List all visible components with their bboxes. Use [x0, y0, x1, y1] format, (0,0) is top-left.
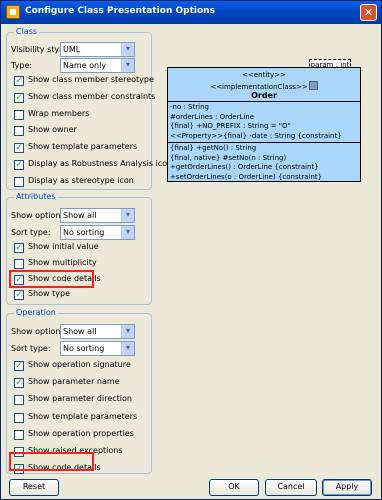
apply-button[interactable]: Apply [322, 479, 372, 496]
checkbox-checked[interactable]: ✓ [14, 378, 24, 389]
chevron-down-icon[interactable]: ▾ [121, 342, 134, 355]
attribute-separator [168, 142, 360, 143]
uml-attribute: <<Property>>{final} -date : String {cons… [170, 131, 342, 140]
chevron-down-icon[interactable]: ▾ [121, 43, 134, 56]
checkbox-unchecked[interactable] [14, 258, 24, 269]
option-label: Show template parameters [28, 142, 138, 152]
visibility-style-value: UML [63, 45, 81, 54]
op-show-option-value: Show all [63, 327, 97, 336]
entity-stereotype: <<entity>> [242, 71, 286, 79]
uml-attribute: {final} +NO_PREFIX : String = "O" [170, 122, 291, 130]
class-name: Order [251, 91, 277, 100]
op-show-option-label: Show option: [11, 327, 64, 336]
title-bar[interactable]: Configure Class Presentation Options ✕ [1, 1, 381, 24]
uml-operation: +getOrderLines() : OrderLine {constraint… [170, 163, 319, 171]
checkbox-unchecked[interactable] [14, 395, 24, 406]
option-label: Show code details [28, 463, 101, 473]
option-label: Show class member constraints [28, 91, 156, 101]
checkbox-checked[interactable]: ✓ [14, 274, 24, 285]
checkbox-unchecked[interactable] [14, 429, 24, 440]
op-sort-type-select[interactable]: No sorting ▾ [60, 341, 135, 356]
attributes-group-title: Attributes [14, 192, 58, 201]
option-label: Wrap members [28, 108, 90, 118]
op-sort-type-value: No sorting [63, 344, 105, 353]
impl-stereotype-line: <<implementationClass>> [168, 81, 360, 91]
dialog-window: Configure Class Presentation Options ✕ C… [0, 0, 382, 500]
option-label: Display as stereotype icon [28, 175, 134, 185]
option-label: Show initial value [28, 242, 99, 251]
op-show-option-select[interactable]: Show all ▾ [60, 324, 135, 339]
option-label: Show class member stereotype [28, 75, 154, 84]
uml-operation: +setOrderLines(o : OrderLine) {constrain… [170, 172, 323, 181]
option-label: Show operation properties [28, 428, 134, 438]
option-label: Show multiplicity [28, 257, 97, 267]
checkbox-checked[interactable]: ✓ [14, 464, 24, 475]
chevron-down-icon[interactable]: ▾ [121, 325, 134, 338]
type-label: Type: [11, 61, 33, 70]
attr-sort-type-value: No sorting [63, 228, 105, 237]
checkbox-unchecked[interactable] [14, 447, 24, 457]
option-label: Show operation signature [28, 360, 131, 369]
option-label: Show type [28, 289, 70, 299]
chevron-down-icon[interactable]: ▾ [121, 209, 134, 222]
checkbox-checked[interactable]: ✓ [14, 160, 24, 170]
attributes-group: Attributes Show option: Show all ▾ Sort … [6, 192, 152, 305]
cancel-button[interactable]: Cancel [265, 479, 317, 496]
checkbox-checked[interactable]: ✓ [14, 243, 24, 253]
class-preview: <<entity>> <<implementationClass>> Order… [167, 67, 361, 182]
name-separator [168, 101, 360, 102]
checkbox-unchecked[interactable] [14, 109, 24, 120]
checkbox-unchecked[interactable] [14, 412, 24, 423]
operation-group-title: Operation [14, 308, 58, 317]
attr-sort-type-select[interactable]: No sorting ▾ [60, 225, 135, 240]
option-label: Show raised exceptions [28, 446, 123, 455]
uml-operation: {final} +getNo() : String [170, 144, 257, 152]
option-label: Display as Robustness Analysis icon [28, 159, 173, 168]
class-group-title: Class [14, 27, 40, 36]
ok-button[interactable]: OK [209, 479, 259, 496]
type-value: Name only [63, 61, 107, 70]
uml-attribute: -no : String [170, 103, 209, 111]
class-group: Class Visibility style: UML ▾ Type: Name… [6, 27, 172, 190]
checkbox-checked[interactable]: ✓ [14, 290, 24, 301]
reset-button[interactable]: Reset [9, 479, 59, 496]
attr-show-option-value: Show all [63, 211, 97, 220]
checkbox-checked[interactable]: ✓ [14, 92, 24, 103]
option-label: Show owner [28, 125, 77, 135]
option-label: Show code details [28, 273, 101, 283]
close-button[interactable]: ✕ [360, 4, 377, 21]
checkbox-unchecked[interactable] [14, 126, 24, 137]
attr-show-option-select[interactable]: Show all ▾ [60, 208, 135, 223]
impl-stereotype: <<implementationClass>> [210, 83, 308, 91]
operation-group: Operation Show option: Show all ▾ Sort t… [6, 308, 152, 475]
type-select[interactable]: Name only ▾ [60, 58, 135, 73]
checkbox-checked[interactable]: ✓ [14, 76, 24, 86]
stereotype-icon [308, 81, 318, 90]
chevron-down-icon[interactable]: ▾ [121, 59, 134, 72]
option-label: Show parameter name [28, 377, 120, 387]
checkbox-unchecked[interactable] [14, 176, 24, 187]
attr-show-option-label: Show option: [11, 211, 64, 220]
visibility-style-select[interactable]: UML ▾ [60, 42, 135, 57]
op-sort-type-label: Sort type: [11, 344, 51, 353]
option-label: Show template parameters [28, 411, 138, 421]
uml-attribute: #orderLines : OrderLine [170, 112, 255, 121]
checkbox-checked[interactable]: ✓ [14, 361, 24, 371]
app-icon [6, 5, 20, 19]
option-label: Show parameter direction [28, 394, 132, 404]
attr-sort-type-label: Sort type: [11, 228, 51, 237]
window-title: Configure Class Presentation Options [25, 6, 215, 16]
checkbox-checked[interactable]: ✓ [14, 143, 24, 154]
uml-operation: {final, native} #setNo(n : String) [170, 153, 287, 162]
chevron-down-icon[interactable]: ▾ [121, 226, 134, 239]
